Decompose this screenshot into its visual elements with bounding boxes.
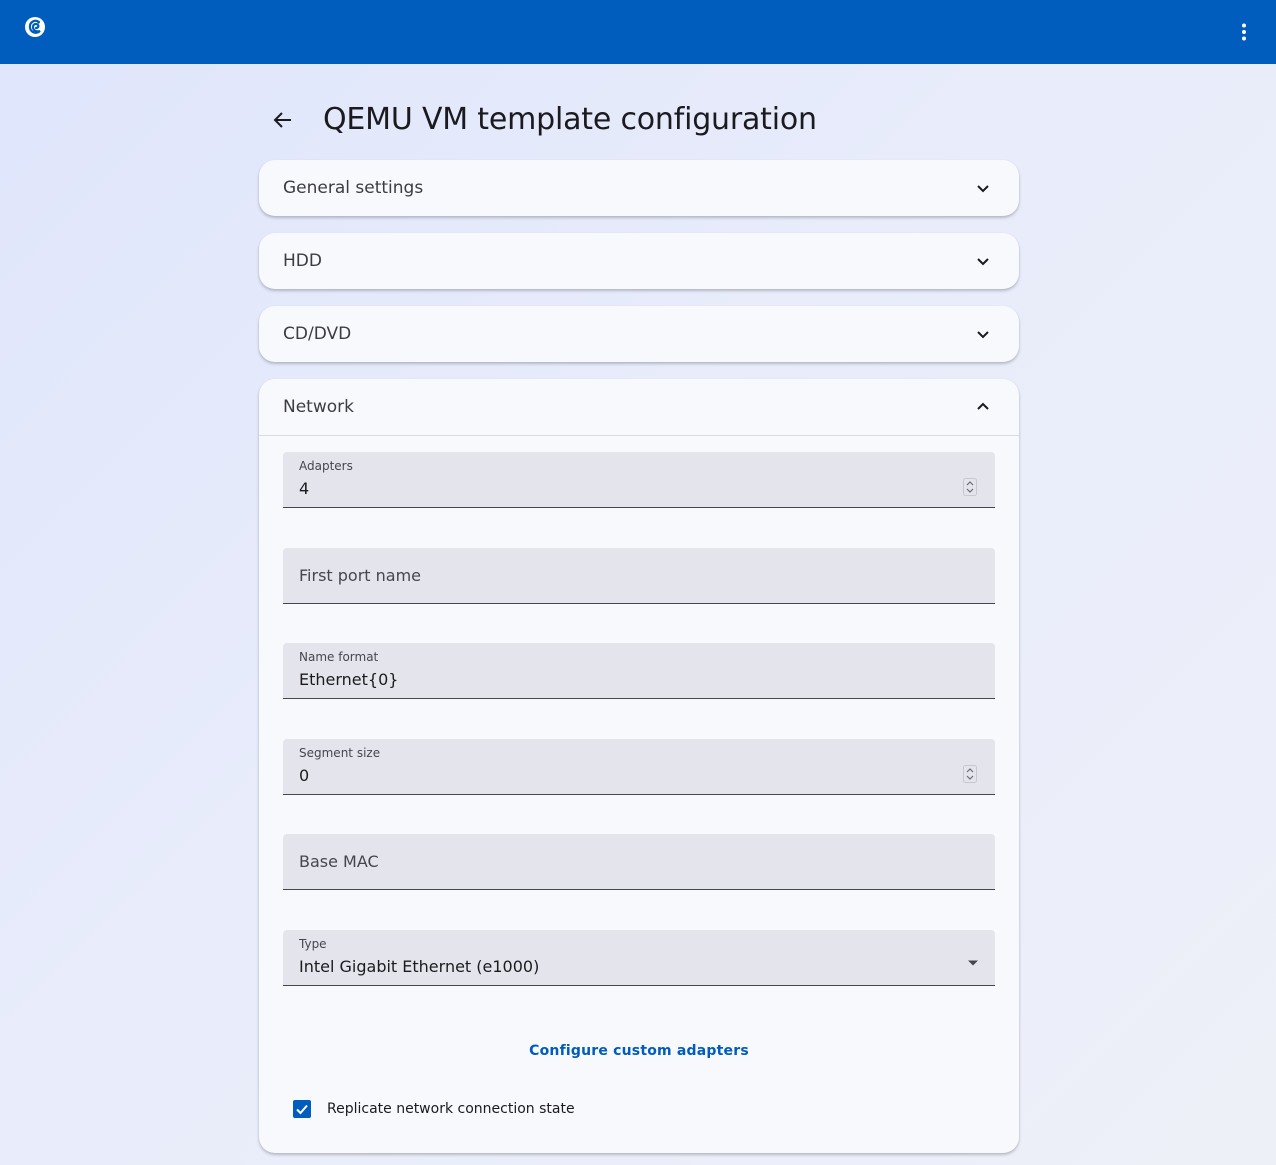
adapters-field[interactable]: Adapters 4 (283, 452, 995, 508)
page-header: QEMU VM template configuration (259, 96, 1019, 144)
chevron-down-icon[interactable] (971, 322, 995, 346)
first-port-name-field[interactable]: First port name (283, 548, 995, 604)
segment-size-field[interactable]: Segment size 0 (283, 739, 995, 795)
base-mac-placeholder: Base MAC (299, 852, 379, 871)
name-format-label: Name format (299, 650, 379, 664)
base-mac-field[interactable]: Base MAC (283, 834, 995, 890)
chevron-up-icon[interactable] (971, 395, 995, 419)
adapter-type-select[interactable]: Type Intel Gigabit Ethernet (e1000) (283, 930, 995, 986)
adapter-type-label: Type (299, 937, 327, 951)
cdrom-panel-title: CD/DVD (283, 324, 352, 344)
hdd-panel: HDD (259, 233, 1019, 289)
network-panel-title: Network (283, 397, 354, 417)
segment-size-label: Segment size (299, 746, 381, 760)
cdrom-panel-header[interactable]: CD/DVD (259, 306, 1019, 362)
arrow-back-icon[interactable] (271, 108, 295, 132)
general-settings-panel: General settings (259, 160, 1019, 216)
general-settings-panel-header[interactable]: General settings (259, 160, 1019, 216)
hdd-panel-header[interactable]: HDD (259, 233, 1019, 289)
more-vert-icon[interactable] (1232, 20, 1256, 44)
dropdown-arrow-icon[interactable] (967, 954, 979, 966)
network-panel: Network Adapters 4 First port name Name … (259, 379, 1019, 1153)
replicate-network-state-label[interactable]: Replicate network connection state (327, 1101, 575, 1117)
chevron-down-icon[interactable] (971, 249, 995, 273)
top-app-bar (0, 0, 1276, 64)
configure-custom-adapters-button[interactable]: Configure custom adapters (259, 1043, 1019, 1059)
adapter-type-value[interactable]: Intel Gigabit Ethernet (e1000) (299, 957, 539, 976)
adapters-label: Adapters (299, 459, 353, 473)
hdd-panel-title: HDD (283, 251, 322, 271)
chevron-down-icon[interactable] (971, 176, 995, 200)
first-port-name-placeholder: First port name (299, 566, 422, 585)
panel-divider (259, 435, 1019, 436)
network-panel-header[interactable]: Network (259, 379, 1019, 435)
replicate-network-state-checkbox[interactable] (293, 1100, 311, 1118)
replicate-network-state-row: Replicate network connection state (293, 1097, 575, 1121)
segment-size-value[interactable]: 0 (299, 766, 309, 785)
gns3-chameleon-icon[interactable] (23, 15, 47, 39)
page-title: QEMU VM template configuration (323, 102, 817, 137)
check-icon (296, 1104, 308, 1115)
name-format-value[interactable]: Ethernet{0} (299, 670, 398, 689)
number-stepper-icon[interactable] (963, 765, 977, 783)
cdrom-panel: CD/DVD (259, 306, 1019, 362)
adapters-value[interactable]: 4 (299, 479, 309, 498)
number-stepper-icon[interactable] (963, 478, 977, 496)
general-settings-panel-title: General settings (283, 178, 424, 198)
name-format-field[interactable]: Name format Ethernet{0} (283, 643, 995, 699)
